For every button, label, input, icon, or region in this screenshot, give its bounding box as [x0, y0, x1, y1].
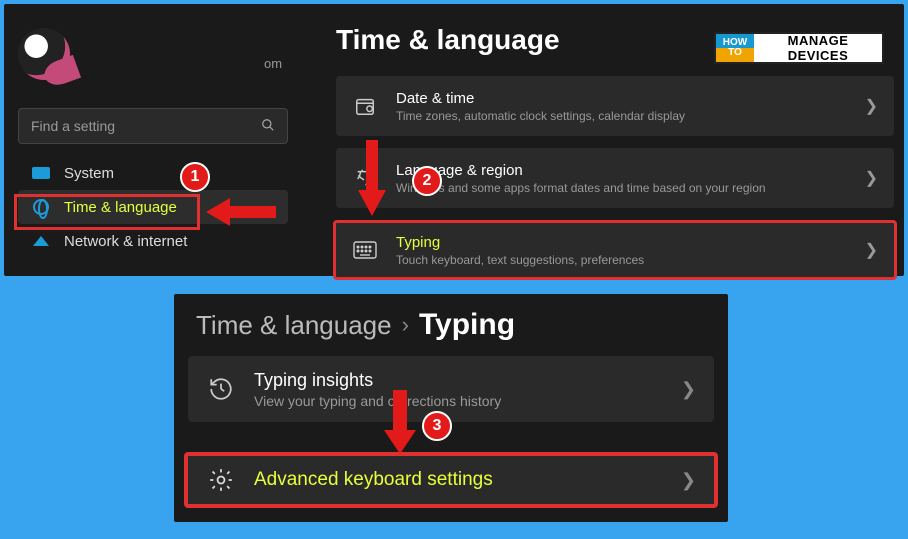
globe-icon [32, 198, 50, 216]
breadcrumb: Time & language › Typing [196, 308, 515, 342]
display-icon [32, 164, 50, 182]
chevron-right-icon: › [402, 312, 409, 338]
card-advanced-keyboard-settings[interactable]: Advanced keyboard settings ❯ [184, 452, 718, 508]
card-title: Language & region [396, 162, 847, 179]
sidebar-item-system[interactable]: System [18, 156, 288, 190]
breadcrumb-current: Typing [419, 308, 515, 342]
avatar [18, 28, 70, 80]
watermark-howto: HOWTO [716, 34, 754, 62]
keyboard-icon [352, 237, 378, 263]
card-typing[interactable]: Typing Touch keyboard, text suggestions,… [333, 220, 897, 280]
page-title: Time & language [336, 24, 560, 56]
settings-top-panel: om System Time & language Network & inte… [4, 4, 904, 276]
card-title: Typing insights [254, 370, 663, 391]
sidebar-item-label: Network & internet [64, 233, 187, 250]
card-title: Date & time [396, 90, 847, 107]
card-typing-insights[interactable]: Typing insights View your typing and cor… [188, 356, 714, 422]
chevron-right-icon: ❯ [681, 470, 696, 491]
breadcrumb-parent[interactable]: Time & language [196, 310, 392, 341]
search-input-wrap[interactable] [18, 108, 288, 144]
watermark-text: MANAGE DEVICES [754, 33, 882, 63]
card-subtitle: Touch keyboard, text suggestions, prefer… [396, 253, 847, 267]
card-title: Typing [396, 234, 847, 251]
watermark-logo: HOWTO MANAGE DEVICES [714, 32, 884, 64]
chevron-right-icon: ❯ [865, 96, 878, 116]
sidebar-item-time-language[interactable]: Time & language [18, 190, 288, 224]
card-subtitle: View your typing and corrections history [254, 393, 663, 409]
search-icon [261, 118, 275, 135]
search-input[interactable] [31, 118, 261, 134]
wifi-icon [32, 232, 50, 250]
language-icon [352, 165, 378, 191]
card-subtitle: Windows and some apps format dates and t… [396, 181, 847, 195]
card-language-region[interactable]: Language & region Windows and some apps … [336, 148, 894, 208]
settings-bottom-panel: Time & language › Typing Typing insights… [174, 294, 728, 522]
card-subtitle: Time zones, automatic clock settings, ca… [396, 109, 847, 123]
calendar-icon [352, 93, 378, 119]
sidebar-nav: System Time & language Network & interne… [18, 156, 288, 258]
history-icon [206, 374, 236, 404]
sidebar-item-label: System [64, 165, 114, 182]
gear-icon [206, 465, 236, 495]
account-fragment-text: om [264, 56, 282, 71]
card-date-time[interactable]: Date & time Time zones, automatic clock … [336, 76, 894, 136]
chevron-right-icon: ❯ [681, 379, 696, 400]
sidebar-item-label: Time & language [64, 199, 177, 216]
chevron-right-icon: ❯ [865, 168, 878, 188]
sidebar-item-network[interactable]: Network & internet [18, 224, 288, 258]
card-title: Advanced keyboard settings [254, 469, 663, 491]
chevron-right-icon: ❯ [865, 240, 878, 260]
